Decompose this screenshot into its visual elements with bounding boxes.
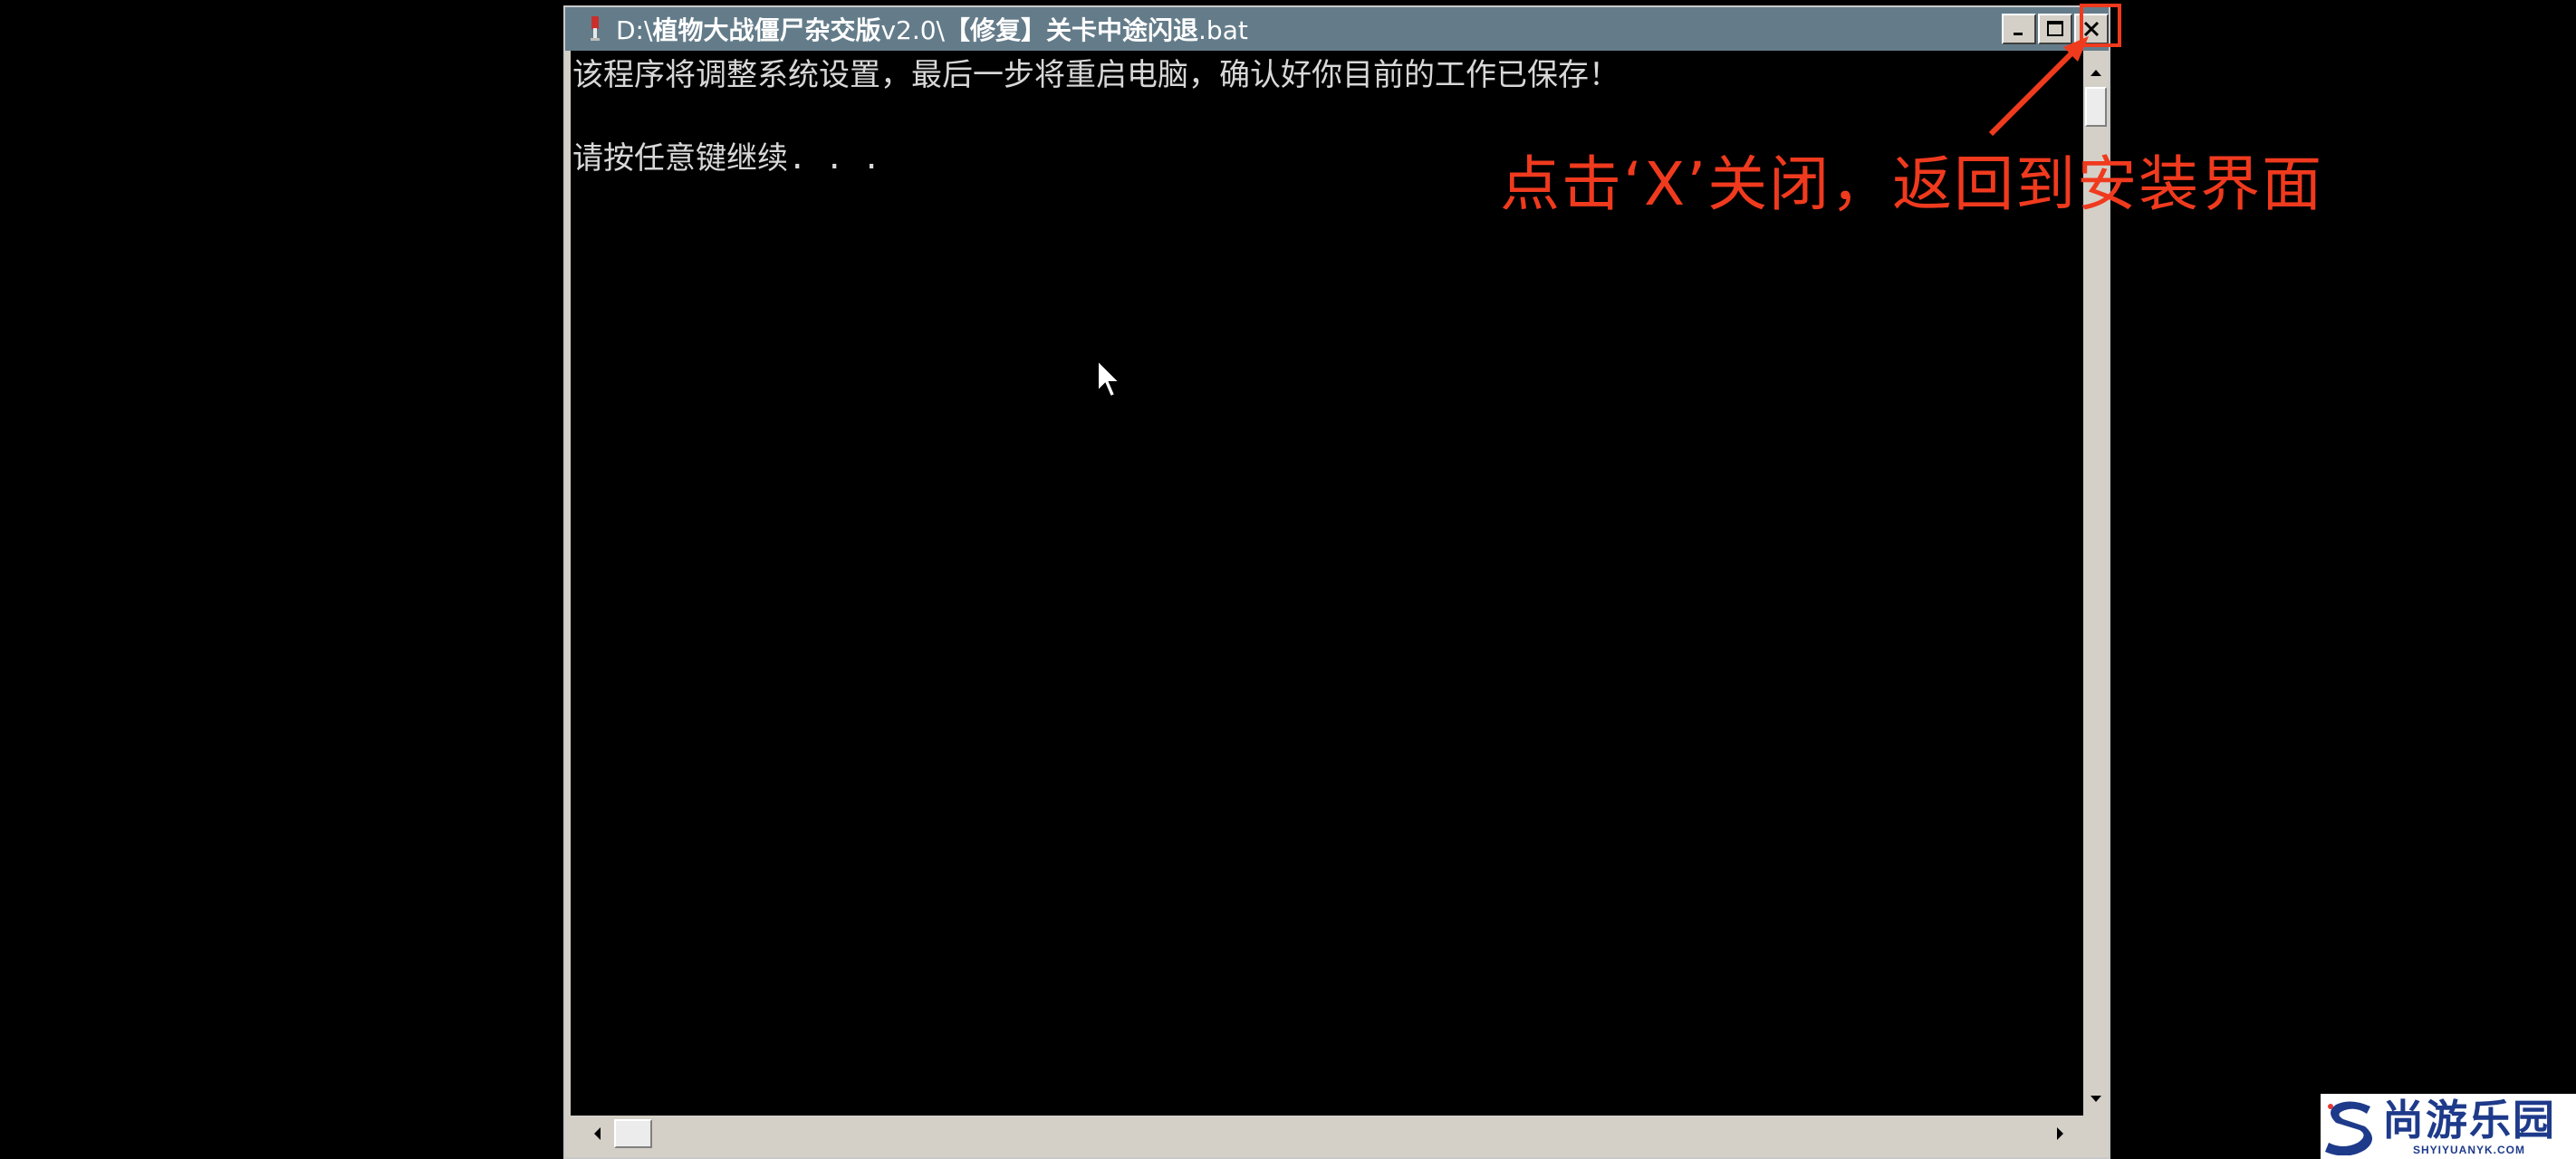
horizontal-scrollbar[interactable] [571,1116,2083,1152]
title-bar[interactable]: D:\植物大战僵尸杂交版v2.0\【修复】关卡中途闪退.bat [565,7,2109,51]
scroll-left-icon[interactable] [583,1121,610,1146]
title-prefix: D:\ [616,15,653,45]
window-title: D:\植物大战僵尸杂交版v2.0\【修复】关卡中途闪退.bat [616,11,1248,47]
title-ext: .bat [1198,15,1248,45]
scrollbar-corner [2083,1116,2109,1152]
title-file: 【修复】关卡中途闪退 [945,15,1199,45]
annotation-text: 点击‘X’关闭，返回到安装界面 [1500,149,2324,219]
batch-file-icon [580,11,610,47]
title-version: v2.0\ [880,15,945,45]
logo-name-cn: 尚游乐园 [2382,1096,2556,1145]
desktop-background: D:\植物大战僵尸杂交版v2.0\【修复】关卡中途闪退.bat 该程序将调整系统… [0,0,2576,1159]
logo-s-icon [2321,1096,2380,1157]
mouse-cursor-icon [1097,359,1122,398]
horizontal-scroll-thumb[interactable] [614,1119,652,1148]
console-line: 该程序将调整系统设置，最后一步将重启电脑，确认好你目前的工作已保存！ [572,57,1620,93]
logo-name-en: SHYIYUANYK.COM [2412,1144,2525,1156]
scroll-right-icon[interactable] [2047,1121,2074,1146]
title-game: 植物大战僵尸杂交版 [652,15,881,45]
scroll-down-icon[interactable] [2083,1087,2109,1112]
watermark-logo: 尚游乐园 SHYIYUANYK.COM [2321,1094,2576,1159]
annotation-arrow-icon [1988,36,2089,137]
